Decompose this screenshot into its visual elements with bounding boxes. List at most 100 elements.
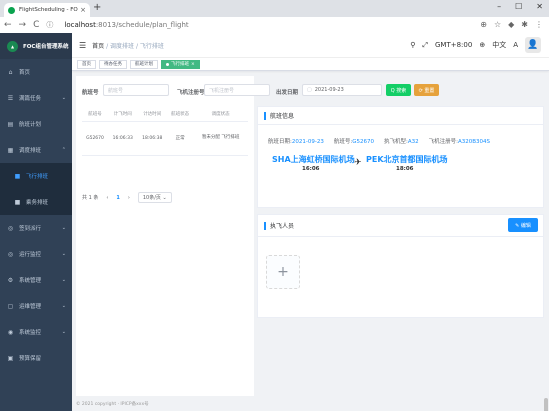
chevron-down-icon: ⌄ — [61, 225, 66, 231]
right-menu: ⚲ ⤢ GMT+8:00 ⊕ 中文 A 👤 — [410, 37, 541, 53]
avatar[interactable]: 👤 — [525, 37, 541, 53]
translate-icon[interactable]: A — [513, 41, 518, 49]
sidebar-item-monitor[interactable]: ◎ 运行监控 ⌄ — [0, 241, 72, 267]
flight-icon: ■ — [14, 172, 21, 180]
sidebar-item-label: 签到派行 — [19, 226, 42, 232]
cell-flight-no: G52670 — [82, 121, 108, 156]
sidebar-item-home[interactable]: ⌂ 首页 — [0, 59, 72, 85]
flight-no-input[interactable]: 航班号 — [103, 84, 169, 96]
tab-title: FlightScheduling - FOC-ADMIN — [19, 7, 78, 13]
minimize-button[interactable]: – — [497, 2, 501, 11]
col-dispatch-status[interactable]: 调度状态 — [193, 107, 248, 122]
col-flight-no[interactable]: 航班号 — [82, 107, 108, 122]
sidebar-item-flight[interactable]: ■ 飞行排班 — [0, 163, 72, 189]
table-row[interactable]: G52670 16:06:33 18:06:38 正常 暂未分配 飞行排班 — [82, 121, 248, 156]
app-logo: ▲ FOC组台管理系统 — [0, 33, 72, 59]
tag-todo[interactable]: 待办任务 — [99, 59, 127, 69]
puzzle-icon[interactable]: ✱ — [521, 20, 528, 29]
new-tab-button[interactable]: + — [93, 2, 101, 13]
sidebar-item-label: 首页 — [19, 70, 31, 76]
chevron-down-icon: ⌄ — [61, 251, 66, 257]
search-icon[interactable]: ⚲ — [410, 41, 415, 49]
edit-button[interactable]: ✎ 编辑 — [508, 218, 538, 232]
page-content: 航班号 航班号 飞机注册号 飞机注册号 航班号 计飞时间 计达时间 航班状态 调… — [76, 76, 545, 396]
breadcrumb-schedule[interactable]: 调度排班 — [110, 43, 134, 50]
reg-value: A320B304S — [457, 139, 490, 145]
sidebar-item-plan[interactable]: ▤ 航班计划 — [0, 111, 72, 137]
arrival-airport: PEK北京首都国际机场 — [366, 155, 448, 164]
browser-tab[interactable]: FlightScheduling - FOC-ADMIN × — [4, 3, 90, 17]
sidebar-item-label: 满篇任务 — [19, 96, 42, 102]
back-button[interactable]: ← — [4, 20, 12, 30]
col-dep-time[interactable]: 计飞时间 — [108, 107, 138, 122]
maximize-button[interactable]: ☐ — [515, 2, 522, 11]
sidebar-item-ops[interactable]: ▢ 运维管理 ⌄ — [0, 293, 72, 319]
flight-list-panel: 航班号 航班号 飞机注册号 飞机注册号 航班号 计飞时间 计达时间 航班状态 调… — [76, 76, 270, 396]
breadcrumb-home[interactable]: 首页 — [92, 43, 104, 50]
sidebar-item-crew[interactable]: ■ 乘务排班 — [0, 189, 72, 215]
table-header-row: 航班号 计飞时间 计达时间 航班状态 调度状态 — [82, 107, 248, 122]
extension-icon[interactable]: ◆ — [508, 20, 514, 29]
sidebar-item-sysmon[interactable]: ◉ 系统监控 ⌄ — [0, 319, 72, 345]
flight-no-value: G52670 — [352, 139, 374, 145]
extensions: ⊕ ☆ ◆ ✱ ⋮ — [480, 20, 543, 29]
col-arr-time[interactable]: 计达时间 — [137, 107, 168, 122]
add-crew-icon[interactable]: + — [266, 255, 300, 289]
language-select[interactable]: 中文 — [492, 40, 506, 50]
chevron-down-icon: ⌄ — [61, 329, 66, 335]
pager-prev-button[interactable]: ‹ — [106, 195, 108, 201]
tag-plan[interactable]: 航班计划 — [130, 59, 158, 69]
close-icon[interactable]: × — [191, 62, 195, 67]
reg-no-input[interactable]: 飞机注册号 — [204, 84, 270, 96]
globe-icon[interactable]: ⊕ — [479, 41, 485, 49]
scrollbar[interactable] — [544, 398, 548, 411]
cell-arr-time: 18:06:38 — [137, 121, 168, 156]
fullscreen-icon[interactable]: ⤢ — [422, 41, 428, 50]
reload-button[interactable]: C — [33, 20, 39, 30]
tag-flight[interactable]: 飞行排班 × — [161, 59, 200, 69]
menu-dots-icon[interactable]: ⋮ — [535, 20, 543, 29]
sidebar-item-schedule[interactable]: ▦ 调度排班 ⌃ — [0, 137, 72, 163]
aircraft-type-label: 执飞机型: — [383, 139, 408, 145]
sidebar-item-tasks[interactable]: ☰ 满篇任务 ⌄ — [0, 85, 72, 111]
close-tab-icon[interactable]: × — [80, 6, 86, 14]
breadcrumb-current: 飞行排班 — [139, 42, 164, 50]
window-controls: – ☐ ✕ — [497, 2, 543, 11]
forward-button[interactable]: → — [19, 20, 27, 30]
timezone-label[interactable]: GMT+8:00 — [435, 41, 472, 49]
tag-home[interactable]: 首页 — [77, 59, 96, 69]
top-navbar: ☰ 首页 / 调度排班 / 飞行排班 ⚲ ⤢ GMT+8:00 ⊕ 中文 A 👤 — [72, 33, 549, 58]
url-field[interactable]: localhost:8013/schedule/plan_flight — [64, 21, 188, 29]
zoom-icon[interactable]: ⊕ — [480, 20, 487, 29]
sidebar-item-signin[interactable]: ◎ 签到派行 ⌄ — [0, 215, 72, 241]
sidebar-item-system[interactable]: ⚙ 系统管理 ⌄ — [0, 267, 72, 293]
info-icon[interactable]: ⓘ — [46, 20, 53, 30]
bookmark-star-icon[interactable]: ☆ — [494, 20, 501, 29]
pager-next-button[interactable]: › — [128, 195, 130, 201]
aircraft-type-value: A32 — [407, 139, 419, 145]
sysmon-icon: ◉ — [7, 328, 14, 336]
flight-no-info-label: 航班号: — [333, 139, 353, 145]
sidebar-menu: ⌂ 首页 ☰ 满篇任务 ⌄ ▤ 航班计划 ▦ 调度排班 ⌃ ■ 飞行排班 ■ 乘务排班 ◎ 签到派… — [0, 59, 72, 371]
task-icon: ☰ — [7, 94, 14, 102]
col-flight-status[interactable]: 航班状态 — [167, 107, 194, 122]
pager-page-1[interactable]: 1 — [116, 195, 119, 201]
date-input[interactable]: ▢ 2021-09-23 — [302, 84, 382, 96]
sidebar: ▲ FOC组台管理系统 ⌂ 首页 ☰ 满篇任务 ⌄ ▤ 航班计划 ▦ 调度排班 ⌃ ■ 飞行排… — [0, 33, 72, 411]
sidebar-item-label: 调度排班 — [19, 148, 42, 154]
budget-icon: ▣ — [7, 354, 14, 362]
signin-icon: ◎ — [7, 224, 14, 232]
cell-dep-time: 16:06:33 — [108, 121, 138, 156]
chevron-down-icon: ⌄ — [61, 277, 66, 283]
hamburger-icon[interactable]: ☰ — [79, 41, 86, 50]
page-size-select[interactable]: 10条/页 ⌄ — [137, 192, 172, 203]
close-window-button[interactable]: ✕ — [536, 2, 543, 11]
search-button[interactable]: Q 搜索 — [386, 84, 411, 96]
logo-text: FOC组台管理系统 — [23, 44, 69, 50]
sidebar-item-budget[interactable]: ▣ 预算保留 — [0, 345, 72, 371]
crew-icon: ■ — [14, 198, 21, 206]
flight-date-value: 2021-09-23 — [291, 139, 324, 145]
cell-flight-status: 正常 — [167, 121, 194, 156]
url-host: localhost — [64, 21, 96, 29]
reset-button[interactable]: ⟳ 重置 — [414, 84, 439, 96]
